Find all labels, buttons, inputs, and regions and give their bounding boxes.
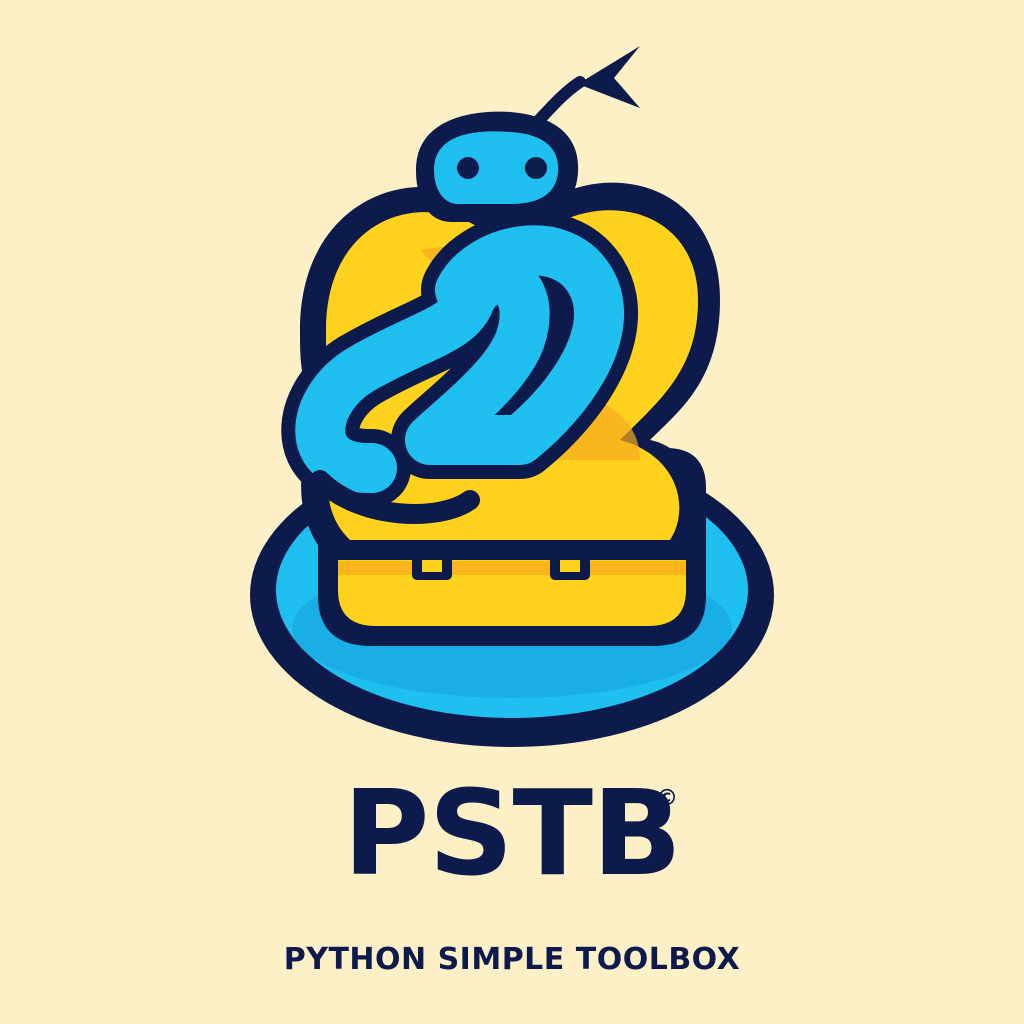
tagline: PYTHON SIMPLE TOOLBOX (283, 942, 741, 977)
brand-name: PSTB (343, 764, 682, 902)
copyright-mark: © (656, 786, 678, 811)
snake-eye-left-icon (457, 157, 479, 179)
logo-canvas: PSTB © PYTHON SIMPLE TOOLBOX (0, 0, 1024, 1024)
snake-eye-right-icon (525, 157, 547, 179)
snake-head-icon (416, 111, 579, 222)
